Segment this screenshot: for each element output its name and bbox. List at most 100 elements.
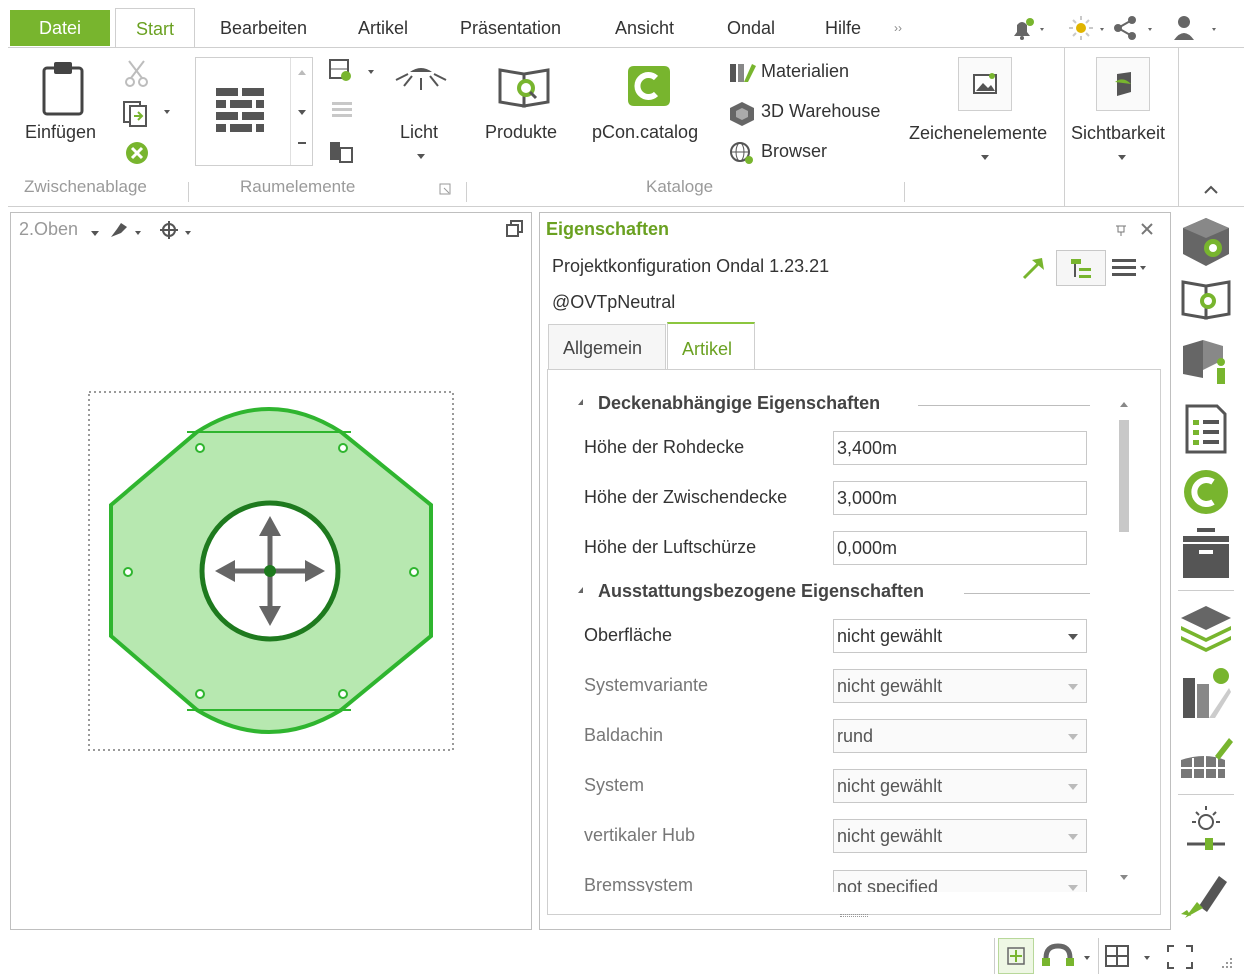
tab-artikel[interactable]: Artikel bbox=[667, 322, 755, 370]
magnet-snap-icon[interactable] bbox=[1040, 942, 1096, 972]
menu-praesentation[interactable]: Präsentation bbox=[448, 8, 573, 48]
grid-scrollbar[interactable] bbox=[1117, 398, 1131, 886]
menu-bearbeiten[interactable]: Bearbeiten bbox=[208, 8, 319, 48]
archive-box-icon[interactable] bbox=[1175, 526, 1237, 582]
property-dropdown[interactable]: not specified bbox=[833, 870, 1087, 892]
property-value-field[interactable]: 0,000m bbox=[833, 531, 1087, 565]
browser-globe-icon[interactable] bbox=[728, 140, 756, 166]
share-icon[interactable] bbox=[1112, 14, 1156, 42]
scissors-icon[interactable] bbox=[122, 58, 152, 88]
clipboard-icon[interactable] bbox=[40, 60, 86, 116]
browser-label[interactable]: Browser bbox=[761, 141, 827, 162]
fullscreen-icon[interactable] bbox=[1166, 944, 1194, 970]
licht-label[interactable]: Licht bbox=[400, 122, 438, 143]
wall-gallery[interactable] bbox=[195, 57, 313, 166]
sichtbarkeit-dropdown-arrow[interactable] bbox=[1118, 155, 1126, 160]
property-dropdown[interactable]: nicht gewählt bbox=[833, 769, 1087, 803]
configurator-cube-icon[interactable] bbox=[1175, 214, 1237, 270]
arrow-link-icon[interactable] bbox=[1020, 254, 1048, 282]
products-book-icon[interactable] bbox=[496, 62, 554, 110]
view-name-label[interactable]: 2.Oben bbox=[19, 219, 78, 240]
einfuegen-label[interactable]: Einfügen bbox=[25, 122, 96, 143]
collapse-section-icon[interactable] bbox=[573, 587, 583, 593]
material-editor-icon[interactable] bbox=[1175, 664, 1237, 720]
menu-more[interactable]: ›› bbox=[882, 8, 914, 48]
pcon-catalog-label[interactable]: pCon.catalog bbox=[592, 122, 698, 143]
property-value-field[interactable]: 3,000m bbox=[833, 481, 1087, 515]
pin-tool-icon[interactable] bbox=[107, 219, 147, 241]
sichtbarkeit-label[interactable]: Sichtbarkeit bbox=[1071, 123, 1165, 144]
tab-allgemein[interactable]: Allgemein bbox=[548, 324, 666, 370]
menu-hilfe[interactable]: Hilfe bbox=[813, 8, 873, 48]
chevron-down-icon[interactable] bbox=[1068, 784, 1078, 790]
property-value-field[interactable]: 3,400m bbox=[833, 431, 1087, 465]
sichtbarkeit-button-frame[interactable] bbox=[1096, 57, 1150, 111]
property-dropdown[interactable]: nicht gewählt bbox=[833, 669, 1087, 703]
tree-view-button[interactable] bbox=[1056, 250, 1106, 286]
zeichenelemente-label[interactable]: Zeichenelemente bbox=[909, 123, 1047, 144]
panel-menu-icon[interactable] bbox=[1110, 256, 1156, 280]
collapse-ribbon-icon[interactable] bbox=[1202, 182, 1220, 196]
property-dropdown[interactable]: rund bbox=[833, 719, 1087, 753]
chevron-down-icon[interactable] bbox=[1068, 634, 1078, 640]
image-icon bbox=[973, 73, 997, 94]
layers-icon[interactable] bbox=[1175, 598, 1237, 654]
document-list-icon[interactable] bbox=[1175, 400, 1237, 456]
chevron-down-icon[interactable] bbox=[1068, 684, 1078, 690]
menu-ansicht[interactable]: Ansicht bbox=[603, 8, 686, 48]
chevron-down-icon[interactable] bbox=[1068, 834, 1078, 840]
notification-bell-icon[interactable] bbox=[1008, 16, 1048, 42]
user-icon[interactable] bbox=[1172, 14, 1222, 42]
article-info-icon[interactable] bbox=[1175, 330, 1237, 386]
gallery-expand-icon[interactable] bbox=[298, 142, 306, 144]
snap-crosshair-icon[interactable] bbox=[159, 219, 199, 241]
view-dropdown-arrow[interactable] bbox=[91, 231, 99, 236]
room-settings-icon[interactable] bbox=[328, 58, 378, 88]
produkte-label[interactable]: Produkte bbox=[485, 122, 557, 143]
light-settings-icon[interactable] bbox=[1175, 800, 1237, 856]
gallery-down-arrow[interactable] bbox=[298, 110, 306, 115]
ceiling-icon[interactable] bbox=[330, 98, 356, 124]
gallery-up-arrow[interactable] bbox=[298, 70, 306, 75]
menu-datei[interactable]: Datei bbox=[10, 10, 110, 46]
grid-view-icon[interactable] bbox=[1104, 944, 1160, 970]
section-title[interactable]: Ausstattungsbezogene Eigenschaften bbox=[598, 581, 924, 602]
viewport-2d[interactable]: 2.Oben bbox=[10, 212, 532, 930]
scroll-thumb[interactable] bbox=[1119, 420, 1129, 532]
pcon-catalog-icon[interactable] bbox=[624, 62, 674, 110]
menu-artikel[interactable]: Artikel bbox=[346, 8, 420, 48]
pcon-catalog-side-icon[interactable] bbox=[1175, 464, 1237, 520]
chevron-down-icon[interactable] bbox=[1068, 734, 1078, 740]
property-dropdown[interactable]: nicht gewählt bbox=[833, 619, 1087, 653]
sun-icon[interactable] bbox=[1068, 14, 1108, 42]
zeichenelemente-button-frame[interactable] bbox=[958, 57, 1012, 111]
surface-edit-icon[interactable] bbox=[1175, 730, 1237, 786]
menu-start[interactable]: Start bbox=[115, 8, 195, 48]
licht-dropdown-arrow[interactable] bbox=[417, 154, 425, 159]
materials-icon[interactable] bbox=[728, 60, 756, 86]
menu-ondal[interactable]: Ondal bbox=[715, 8, 787, 48]
3d-warehouse-label[interactable]: 3D Warehouse bbox=[761, 101, 880, 122]
dialog-launcher-icon[interactable] bbox=[438, 182, 452, 196]
resize-grip[interactable] bbox=[840, 914, 868, 917]
lamp-icon[interactable] bbox=[394, 66, 448, 106]
catalog-book-icon[interactable] bbox=[1175, 272, 1237, 328]
zeichenelemente-dropdown-arrow[interactable] bbox=[981, 155, 989, 160]
drawing-pen-icon[interactable] bbox=[1175, 862, 1237, 918]
warehouse-icon[interactable] bbox=[728, 100, 756, 126]
window-element-icon[interactable] bbox=[328, 138, 356, 166]
article-drawing[interactable] bbox=[87, 390, 457, 756]
chevron-down-icon[interactable] bbox=[1068, 885, 1078, 891]
scroll-down-arrow[interactable] bbox=[1120, 875, 1128, 880]
materialien-label[interactable]: Materialien bbox=[761, 61, 849, 82]
copy-icon[interactable] bbox=[122, 98, 174, 128]
delete-icon[interactable] bbox=[124, 140, 150, 166]
scroll-up-arrow[interactable] bbox=[1120, 402, 1128, 407]
property-dropdown[interactable]: nicht gewählt bbox=[833, 819, 1087, 853]
restore-window-icon[interactable] bbox=[505, 219, 525, 239]
pan-tool-button[interactable] bbox=[998, 938, 1034, 974]
gallery-scrollbar[interactable] bbox=[290, 58, 312, 165]
resize-grip-icon[interactable] bbox=[1216, 952, 1236, 972]
section-title[interactable]: Deckenabhängige Eigenschaften bbox=[598, 393, 880, 414]
collapse-section-icon[interactable] bbox=[573, 399, 583, 405]
